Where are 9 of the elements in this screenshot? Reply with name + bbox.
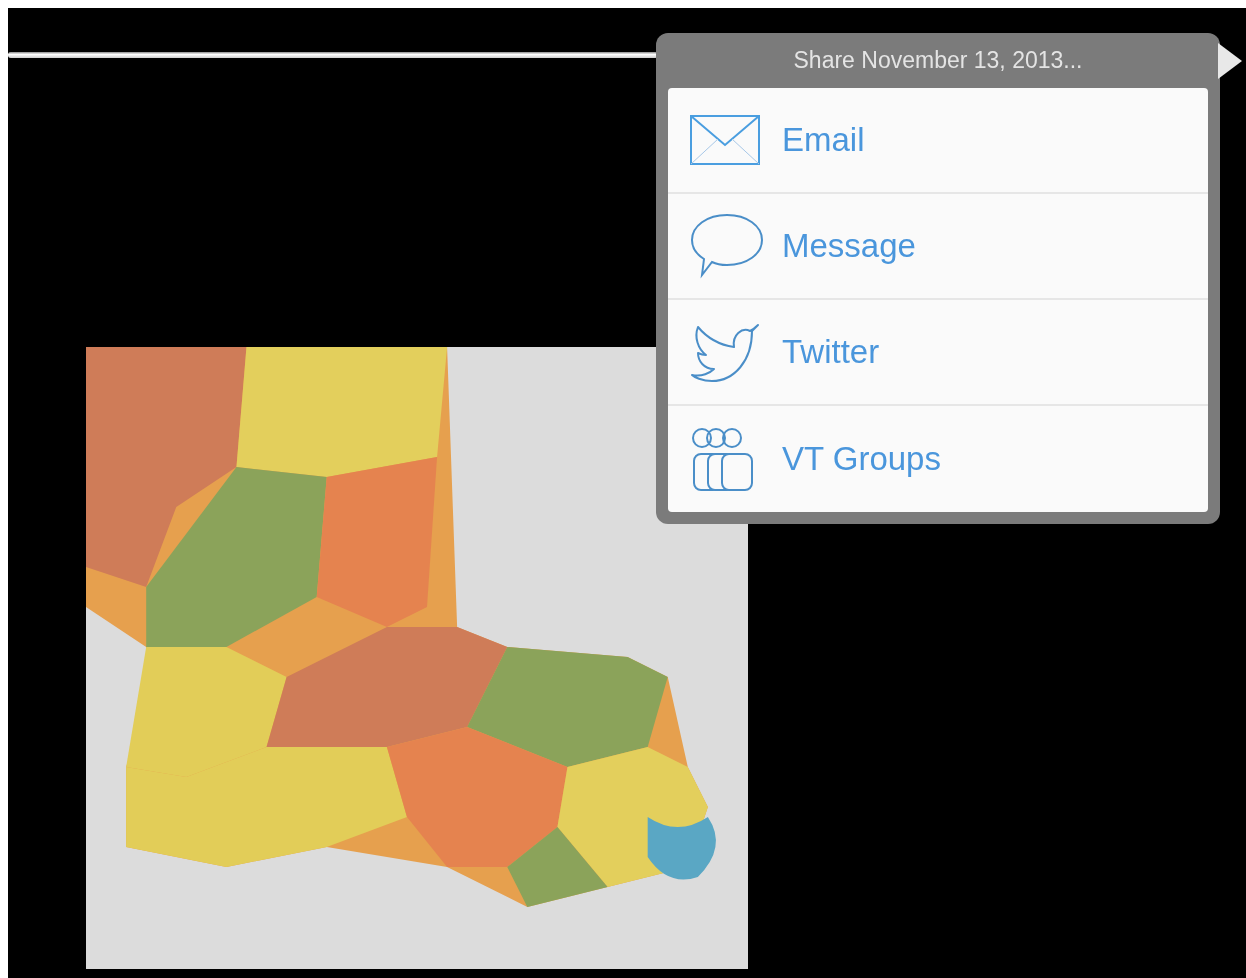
share-option[interactable]: VT Groups [668, 406, 1208, 512]
share-option[interactable]: Message [668, 194, 1208, 300]
bird-icon [690, 321, 762, 383]
share-option[interactable]: Email [668, 88, 1208, 194]
group-icon [690, 426, 754, 492]
envelope-icon [690, 115, 760, 165]
speech-bubble-icon [690, 213, 764, 279]
popover-title: Share November 13, 2013... [792, 46, 1084, 75]
share-option[interactable]: Twitter [668, 300, 1208, 406]
